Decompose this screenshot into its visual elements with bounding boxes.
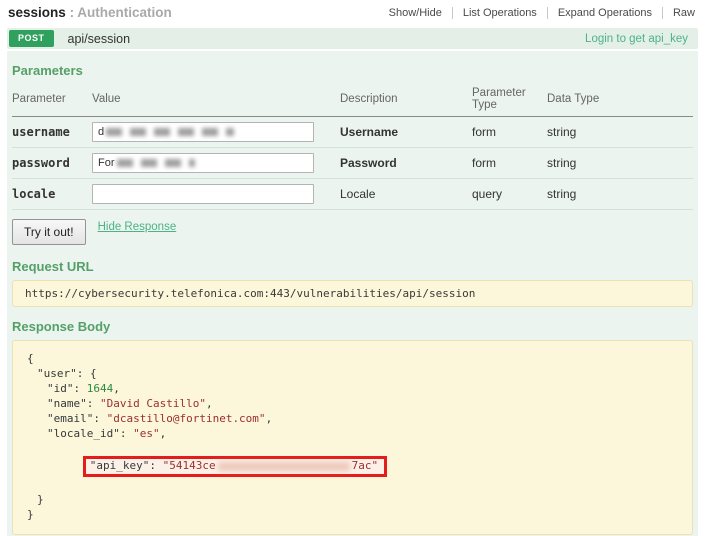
try-it-out-button[interactable]: Try it out!: [12, 219, 86, 245]
json-close-brace: }: [27, 508, 34, 521]
operation-bar: POST api/session Login to get api_key: [7, 28, 698, 49]
request-url-value: https://cybersecurity.telefonica.com:443…: [25, 287, 475, 300]
data-type-locale: string: [547, 179, 693, 210]
col-description: Description: [340, 84, 472, 117]
table-row: locale Locale query string: [12, 179, 693, 210]
actions-row: Try it out! Hide Response: [12, 219, 693, 245]
param-name-locale: locale: [12, 179, 92, 210]
json-comma: ,: [266, 412, 273, 425]
json-apikey-value-start: "54143ce: [163, 459, 216, 472]
request-url-box: https://cybersecurity.telefonica.com:443…: [12, 280, 693, 307]
json-email-key: "email":: [47, 412, 107, 425]
col-value: Value: [92, 84, 340, 117]
link-raw[interactable]: Raw: [662, 7, 697, 19]
param-desc-locale: Locale: [340, 179, 472, 210]
col-parameter: Parameter: [12, 84, 92, 117]
page-title: sessions : Authentication: [8, 5, 172, 20]
password-value-prefix: For: [98, 157, 115, 169]
data-type-password: string: [547, 148, 693, 179]
col-data-type: Data Type: [547, 84, 693, 117]
link-show-hide[interactable]: Show/Hide: [379, 7, 452, 19]
api-key-highlight-box: "api_key": "54143ce 7ac": [83, 456, 387, 477]
json-name-value: "David Castillo": [100, 397, 206, 410]
parameters-heading: Parameters: [12, 63, 693, 78]
col-parameter-type: Parameter Type: [472, 84, 547, 117]
header-links: Show/Hide List Operations Expand Operati…: [379, 7, 697, 19]
operation-content: Parameters Parameter Value Description P…: [7, 51, 698, 536]
username-value-prefix: d: [98, 126, 104, 138]
response-body-heading: Response Body: [12, 319, 693, 334]
password-input[interactable]: For: [92, 153, 314, 173]
json-locale-value: "es": [133, 427, 160, 440]
param-name-password: password: [12, 148, 92, 179]
json-name-key: "name":: [47, 397, 100, 410]
json-id-key: "id":: [47, 382, 87, 395]
redacted-blur: [106, 128, 234, 136]
parameters-table: Parameter Value Description Parameter Ty…: [12, 84, 693, 210]
login-api-key-link[interactable]: Login to get api_key: [585, 33, 688, 45]
link-list-operations[interactable]: List Operations: [452, 7, 547, 19]
resource-description: : Authentication: [70, 5, 172, 20]
json-comma: ,: [113, 382, 120, 395]
data-type-username: string: [547, 117, 693, 148]
param-type-password: form: [472, 148, 547, 179]
resource-name: sessions: [8, 5, 66, 20]
redacted-blur: [218, 462, 350, 471]
locale-input[interactable]: [92, 184, 314, 204]
json-comma: ,: [206, 397, 213, 410]
endpoint-path[interactable]: api/session: [68, 32, 586, 46]
param-desc-password: Password: [340, 148, 472, 179]
json-open-brace: {: [27, 352, 34, 365]
redacted-blur: [117, 159, 195, 167]
username-input[interactable]: d: [92, 122, 314, 142]
json-user-key: "user": {: [37, 367, 97, 380]
json-apikey-key: "api_key":: [90, 459, 163, 472]
param-type-locale: query: [472, 179, 547, 210]
http-method-badge[interactable]: POST: [9, 30, 54, 47]
request-url-heading: Request URL: [12, 259, 693, 274]
link-expand-operations[interactable]: Expand Operations: [547, 7, 662, 19]
table-row: username d Username form string: [12, 117, 693, 148]
json-apikey-value-end: 7ac": [352, 459, 379, 472]
table-header-row: Parameter Value Description Parameter Ty…: [12, 84, 693, 117]
json-email-value: "dcastillo@fortinet.com": [107, 412, 266, 425]
table-row: password For Password form string: [12, 148, 693, 179]
response-body-box: { "user": { "id": 1644, "name": "David C…: [12, 340, 693, 535]
json-close-user-brace: }: [37, 493, 44, 506]
json-id-value: 1644: [87, 382, 114, 395]
page-header: sessions : Authentication Show/Hide List…: [0, 0, 705, 28]
json-comma: ,: [160, 427, 167, 440]
param-type-username: form: [472, 117, 547, 148]
param-name-username: username: [12, 117, 92, 148]
json-locale-key: "locale_id":: [47, 427, 133, 440]
hide-response-link[interactable]: Hide Response: [98, 221, 177, 233]
param-desc-username: Username: [340, 117, 472, 148]
